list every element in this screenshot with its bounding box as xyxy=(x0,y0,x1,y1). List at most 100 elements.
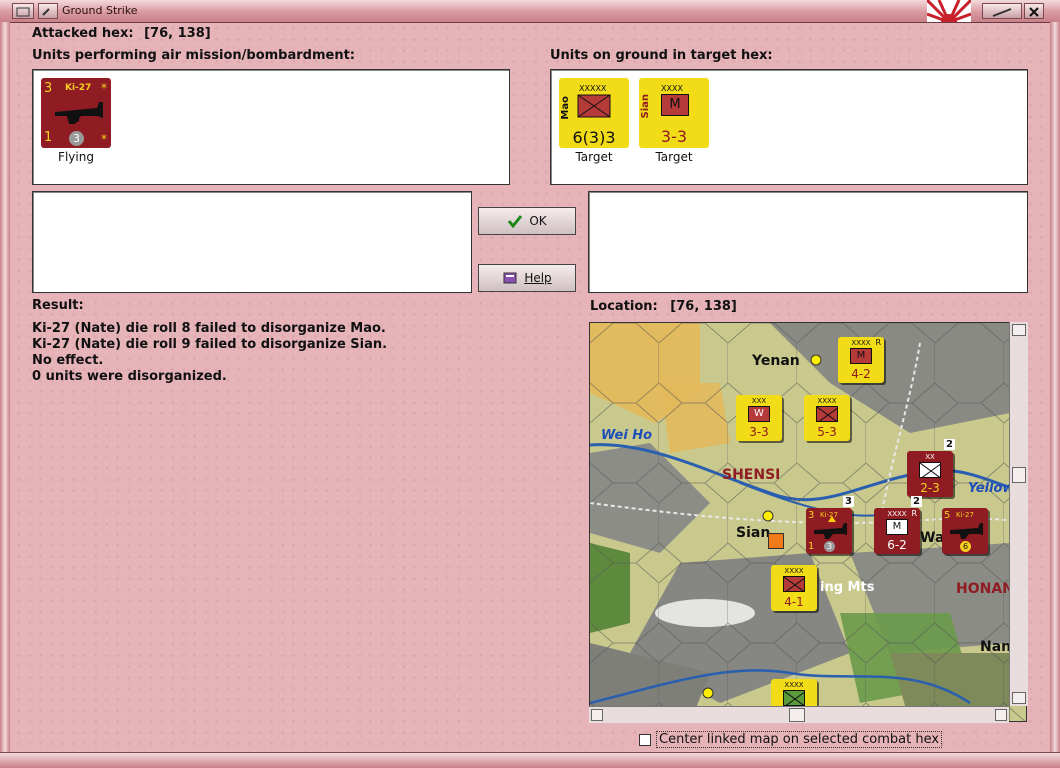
minimize-icon xyxy=(42,8,50,16)
ground-unit-status: Target xyxy=(575,150,613,164)
infantry-symbol-icon xyxy=(783,690,805,706)
help-book-icon xyxy=(503,272,517,284)
window-frame-right xyxy=(1050,22,1060,752)
air-unit-badge: 3 xyxy=(69,131,84,146)
mountain-unit-symbol: M xyxy=(886,519,908,535)
horizontal-scroll-thumb[interactable] xyxy=(789,708,805,722)
map-counter[interactable]: 2 XX 2-3 xyxy=(907,439,955,497)
stack-count-badge: 2 xyxy=(944,439,955,450)
counter-size: XXXX xyxy=(817,397,837,405)
air-unit-name: Ki-27 xyxy=(65,83,92,93)
map-horizontal-scrollbar[interactable] xyxy=(589,706,1009,723)
map-label-nan: Nan xyxy=(980,639,1012,655)
counter-strength: 4-2 xyxy=(851,367,871,381)
map-counter-ki27[interactable]: 3 3 Ki-27 1 3 xyxy=(806,496,854,554)
window-frame-left xyxy=(0,22,10,752)
infantry-symbol-icon xyxy=(783,576,805,592)
counter-size: XXXX xyxy=(784,681,804,689)
ok-button-label: OK xyxy=(529,214,547,228)
ground-unit-mao[interactable]: Mao XXXXX 6(3)3 xyxy=(559,78,629,148)
scroll-right-arrow-icon[interactable] xyxy=(995,709,1007,721)
result-line: No effect. xyxy=(32,353,104,368)
mountain-unit-symbol: M xyxy=(661,94,689,116)
rising-sun-emblem xyxy=(927,0,971,22)
location: Location: [76, 138] xyxy=(590,299,737,314)
ground-unit-size: XXXXX xyxy=(579,84,607,93)
air-unit-bottom-left: 1 xyxy=(44,130,53,145)
ground-unit-strength: 6(3)3 xyxy=(572,128,616,147)
result-line: Ki-27 (Nate) die roll 9 failed to disorg… xyxy=(32,337,388,352)
help-button[interactable]: Help xyxy=(478,264,576,292)
system-menu-button[interactable] xyxy=(12,3,34,19)
air-unit-top-left: 3 xyxy=(44,81,53,96)
counter-badge: 3 xyxy=(824,541,835,552)
mountain-unit-symbol: M xyxy=(850,348,872,364)
attacked-hex-label: Attacked hex: xyxy=(32,26,134,41)
counter-size: XX xyxy=(925,453,935,461)
result-label: Result: xyxy=(32,298,84,313)
checkmark-icon xyxy=(508,215,523,228)
close-button[interactable] xyxy=(1024,3,1044,19)
counter-strength: 4-1 xyxy=(784,595,804,609)
resize-icon xyxy=(992,8,1012,17)
map-label-mountains: ing Mts xyxy=(820,580,875,595)
map-label-honan: HONAN xyxy=(956,581,1014,597)
ground-strike-window: Ground Strike Attacked hex: [76, 138] Un… xyxy=(0,0,1060,768)
counter-size: XXX xyxy=(751,397,767,405)
attacked-hex-value: [76, 138] xyxy=(144,26,211,41)
ground-unit-details-panel xyxy=(588,191,1028,293)
counter-reserve-tag: R xyxy=(911,509,917,518)
counter-strength: 5-3 xyxy=(817,425,837,439)
result-line: 0 units were disorganized. xyxy=(32,369,227,384)
scroll-up-arrow-icon[interactable] xyxy=(1012,324,1026,336)
cavalry-symbol-icon xyxy=(919,462,941,478)
map-counter-ki27[interactable]: 5 Ki-27 6 xyxy=(942,508,988,554)
map-label-wa: Wa xyxy=(920,530,945,546)
air-unit-corner-bottom: * xyxy=(101,132,107,146)
title-bar: Ground Strike xyxy=(0,0,1060,23)
window-icon xyxy=(16,7,30,17)
ground-unit-name: Sian xyxy=(640,94,651,119)
air-unit-corner-top: * xyxy=(101,81,107,95)
map-counter[interactable]: XXX W 3-3 xyxy=(736,395,782,441)
air-units-panel: 3 Ki-27 * 1 3 * Flying xyxy=(32,69,510,185)
location-value: [76, 138] xyxy=(670,299,737,314)
map-vertical-scrollbar[interactable] xyxy=(1009,322,1028,706)
map-counter[interactable]: XXXX 5-3 xyxy=(804,395,850,441)
map-counter[interactable]: 2 XXXX R M 6-2 xyxy=(874,496,922,554)
location-map[interactable]: Yenan Wei Ho SHENSI Sian ing Mts HONAN Y… xyxy=(589,322,1027,722)
ground-units-header: Units on ground in target hex: xyxy=(550,48,773,63)
vertical-scroll-thumb[interactable] xyxy=(1012,467,1026,483)
map-counter[interactable]: XXXX 4-1 xyxy=(771,565,817,611)
air-unit-details-panel xyxy=(32,191,472,293)
map-label-shensi: SHENSI xyxy=(722,467,781,483)
resize-button[interactable] xyxy=(982,3,1022,19)
result-line: Ki-27 (Nate) die roll 8 failed to disorg… xyxy=(32,321,386,336)
counter-bottom-left: 1 xyxy=(808,541,815,552)
window-title: Ground Strike xyxy=(62,4,138,17)
ground-unit-status: Target xyxy=(655,150,693,164)
center-map-checkbox[interactable] xyxy=(639,733,651,746)
scroll-down-arrow-icon[interactable] xyxy=(1012,692,1026,704)
infantry-symbol-icon xyxy=(816,406,838,422)
ground-unit-name: Mao xyxy=(560,96,571,120)
infantry-symbol-icon xyxy=(577,94,611,118)
close-icon xyxy=(1029,7,1039,17)
map-label-yenan: Yenan xyxy=(752,353,800,369)
window-frame-bottom xyxy=(0,752,1060,768)
counter-badge: 6 xyxy=(960,541,971,552)
air-unit-ki27[interactable]: 3 Ki-27 * 1 3 * xyxy=(41,78,111,148)
unit-type-symbol: W xyxy=(748,406,770,422)
stack-count-badge: 3 xyxy=(843,496,854,507)
map-label-sian: Sian xyxy=(736,525,771,541)
minimize-button[interactable] xyxy=(38,3,58,19)
help-button-label: Help xyxy=(524,271,552,285)
ground-unit-sian[interactable]: Sian XXXX M 3-3 xyxy=(639,78,709,148)
ok-button[interactable]: OK xyxy=(478,207,576,235)
counter-reserve-tag: R xyxy=(875,338,881,347)
center-map-option[interactable]: Center linked map on selected combat hex xyxy=(639,731,943,748)
map-counter[interactable]: XXXX R M 4-2 xyxy=(838,337,884,383)
map-label-yellow: Yellow xyxy=(968,481,1015,496)
scroll-left-arrow-icon[interactable] xyxy=(591,709,603,721)
counter-size: XXXX xyxy=(784,567,804,575)
